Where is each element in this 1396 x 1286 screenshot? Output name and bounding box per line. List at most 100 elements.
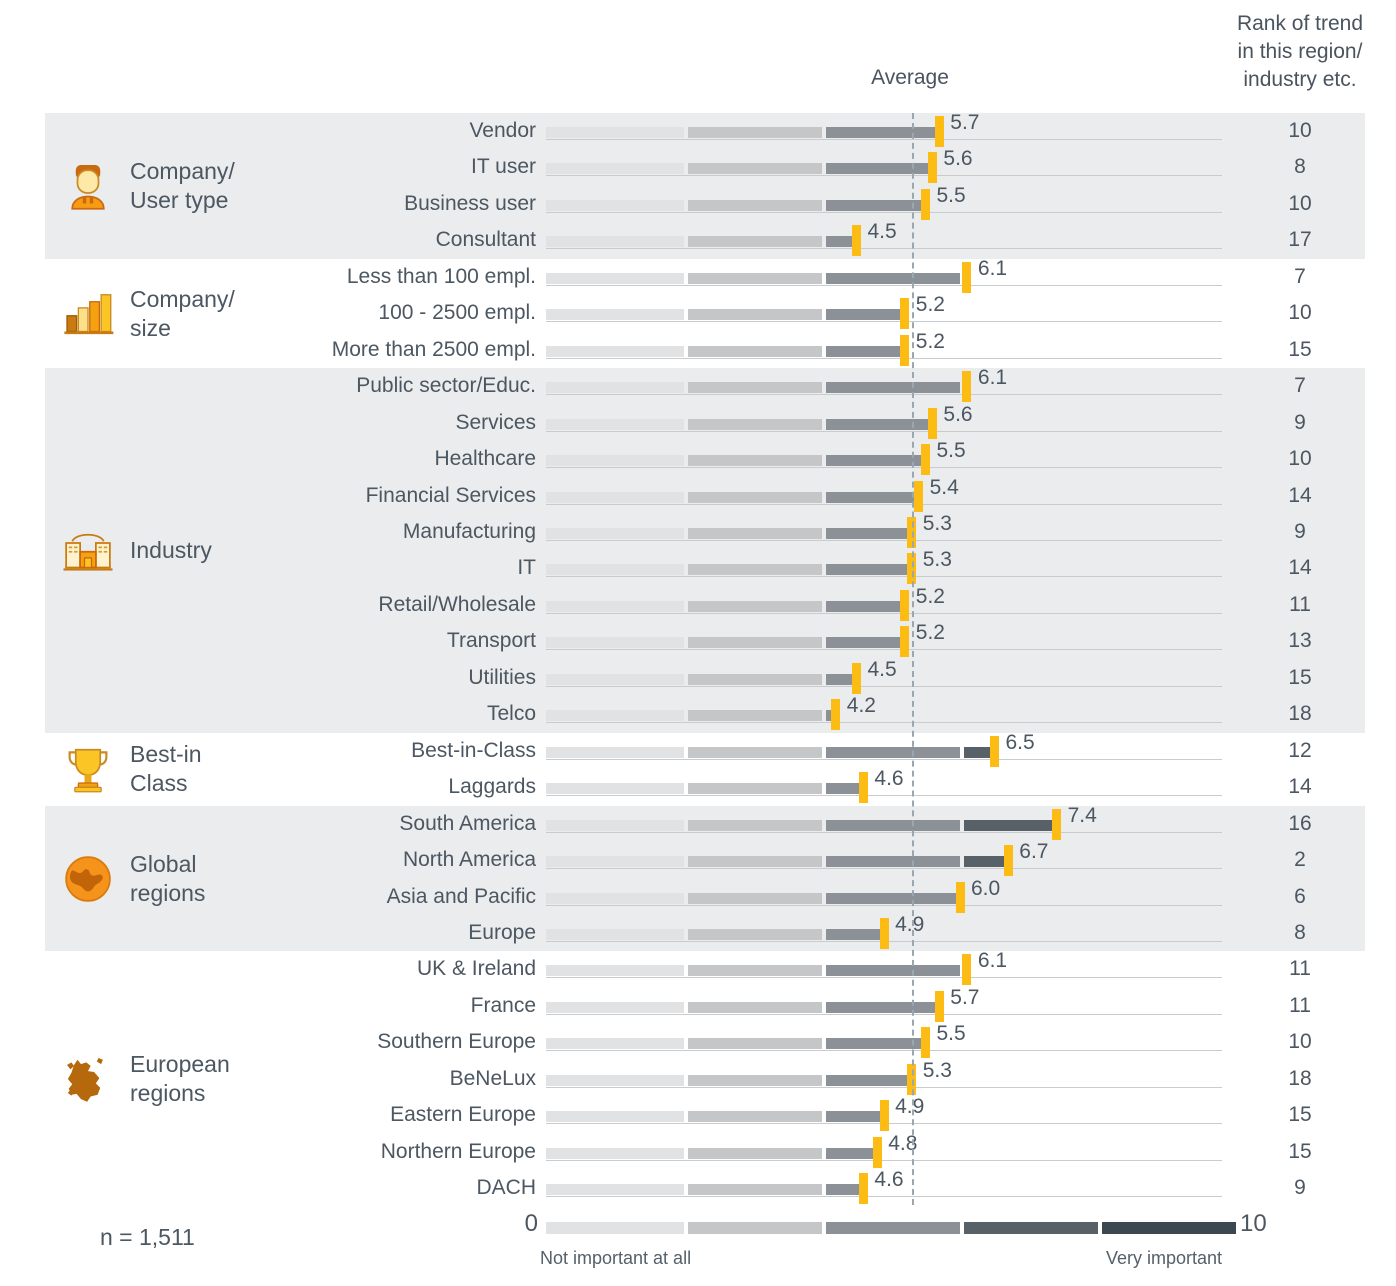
bar-segment	[546, 455, 684, 467]
value-label: 5.2	[915, 293, 945, 317]
value-label: 4.9	[895, 912, 925, 936]
rank-value: 10	[1288, 447, 1312, 471]
bar-segment	[826, 163, 933, 175]
average-marker	[1003, 845, 1013, 876]
value-bar: 4.8	[546, 1132, 1236, 1170]
row-label: Asia and Pacific	[386, 884, 536, 908]
rank-value: 2	[1294, 848, 1306, 871]
row-gridline	[546, 503, 1222, 505]
average-marker	[1052, 808, 1062, 840]
rank-value: 9	[1294, 1176, 1306, 1200]
table-row: South America 7.4 16	[0, 804, 1396, 842]
bar-segment	[826, 455, 926, 467]
bar-segment	[826, 564, 912, 576]
bar-segment	[826, 783, 864, 795]
rank-value: 8	[1294, 155, 1306, 179]
value-label: 5.7	[950, 111, 980, 134]
rank-value: 15	[1288, 1103, 1312, 1127]
row-gridline	[546, 685, 1222, 687]
bar-segment	[688, 892, 822, 904]
table-row: Utilities 4.5 15	[0, 658, 1396, 696]
bar-segment	[826, 965, 960, 977]
row-gridline	[546, 211, 1222, 213]
bar-segment	[546, 345, 684, 357]
value-bar: 6.1	[546, 366, 1236, 404]
value-bar: 4.6	[546, 1168, 1236, 1206]
rank-value: 13	[1288, 629, 1312, 653]
bar-segment	[688, 928, 822, 940]
table-row: Manufacturing 5.3 9	[0, 512, 1396, 550]
scale-max-label: 10	[1240, 1210, 1267, 1237]
value-bar: 5.6	[546, 147, 1236, 185]
value-label: 5.6	[943, 147, 973, 171]
average-marker	[831, 699, 841, 731]
row-gridline	[546, 649, 1222, 651]
row-gridline	[546, 284, 1222, 286]
average-marker	[858, 772, 868, 804]
value-label: 5.3	[922, 1058, 952, 1082]
rank-value: 12	[1288, 738, 1312, 762]
bar-segment	[546, 382, 684, 394]
row-label: BeNeLux	[449, 1066, 536, 1090]
row-label: Southern Europe	[377, 1030, 536, 1054]
table-row: BeNeLux 5.3 18	[0, 1058, 1396, 1097]
row-gridline	[546, 467, 1222, 469]
row-label: Healthcare	[434, 447, 536, 471]
scale-bar	[546, 1218, 1236, 1238]
value-label: 5.5	[936, 439, 966, 463]
average-marker	[955, 881, 965, 913]
value-bar: 7.4	[546, 804, 1236, 842]
row-gridline	[546, 357, 1222, 359]
value-label: 6.0	[971, 876, 1001, 900]
bar-segment	[826, 1111, 885, 1123]
rank-value: 10	[1288, 191, 1312, 215]
bar-segment	[688, 199, 822, 211]
scale-high-label: Very important	[1105, 1248, 1222, 1268]
rank-value: 18	[1288, 1066, 1312, 1090]
value-label: 6.1	[977, 366, 1008, 390]
value-bar: 4.5	[546, 658, 1236, 696]
table-row: IT user 5.6 8	[0, 147, 1396, 185]
row-gridline	[546, 1159, 1222, 1161]
bar-segment	[546, 236, 684, 248]
table-row: DACH 4.6 9	[0, 1168, 1396, 1206]
value-bar: 6.7	[546, 840, 1236, 878]
row-label: 100 - 2500 empl.	[378, 301, 536, 325]
rank-column-header: Rank of trend in this region/ industry e…	[1210, 10, 1390, 94]
average-marker	[852, 225, 861, 257]
scale-low-label: Not important at all	[540, 1248, 692, 1268]
table-row: Consultant 4.5 17	[0, 220, 1396, 258]
value-label: 5.5	[936, 183, 966, 207]
row-label: Best-in-Class	[411, 738, 536, 762]
row-label: Utilities	[468, 665, 536, 689]
row-gridline	[546, 175, 1222, 177]
row-gridline	[546, 576, 1222, 578]
bar-segment	[826, 418, 933, 430]
bar-segment	[688, 600, 822, 612]
row-label: Transport	[446, 629, 536, 653]
table-row: Healthcare 5.5 10	[0, 439, 1396, 477]
value-bar: 5.4	[546, 476, 1236, 514]
bar-segment	[826, 892, 960, 904]
bar-segment	[546, 1184, 684, 1196]
bar-segment	[688, 127, 822, 138]
value-label: 4.6	[874, 767, 904, 791]
bar-segment	[546, 856, 684, 867]
value-bar: 5.7	[546, 111, 1236, 149]
row-gridline	[546, 1086, 1222, 1088]
row-label: Services	[455, 410, 536, 434]
table-row: IT 5.3 14	[0, 548, 1396, 586]
bar-segment	[826, 746, 960, 758]
value-label: 4.2	[846, 694, 876, 718]
bar-segment	[688, 163, 822, 175]
average-marker	[962, 371, 972, 403]
table-row: France 5.7 11	[0, 986, 1396, 1024]
rank-value: 17	[1288, 228, 1312, 252]
bar-segment	[688, 1038, 822, 1050]
table-row: Vendor 5.7 10	[0, 111, 1396, 149]
row-gridline	[546, 904, 1222, 906]
bar-segment	[546, 1001, 684, 1013]
row-label: More than 2500 empl.	[331, 337, 536, 361]
rank-value: 14	[1288, 483, 1312, 507]
value-label: 5.2	[915, 621, 945, 645]
